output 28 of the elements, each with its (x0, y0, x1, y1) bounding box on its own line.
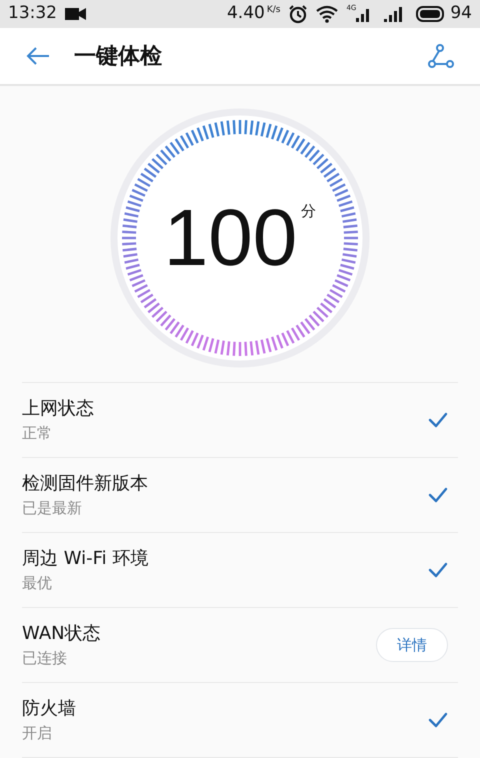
checkmark-icon (428, 412, 448, 428)
item-title: WAN状态 (22, 622, 102, 646)
item-status: 已连接 (22, 648, 68, 669)
item-status: 最优 (22, 573, 53, 594)
score-unit: 分 (301, 201, 316, 222)
page-title: 一键体检 (74, 42, 162, 70)
item-status: 已是最新 (22, 498, 83, 519)
checkmark-icon (428, 562, 448, 578)
item-status: 开启 (22, 723, 53, 744)
details-button[interactable]: 详情 (376, 628, 448, 662)
item-title: 检测固件新版本 (22, 472, 149, 496)
checkmark-icon (428, 712, 448, 728)
topology-button[interactable] (426, 41, 456, 71)
checkmark-icon (428, 487, 448, 503)
score-value: 100 (164, 198, 298, 278)
clock: 13:32 (8, 2, 57, 26)
signal-icon (384, 6, 404, 22)
battery-level: 94 (450, 2, 472, 26)
alarm-clock-icon (288, 4, 308, 24)
item-title: 防火墙 (22, 697, 77, 721)
network-speed: 4.40 (226, 2, 265, 26)
speed-unit: K/s (266, 4, 280, 17)
wifi-icon (316, 5, 338, 23)
item-title: 上网状态 (22, 397, 95, 421)
item-status: 正常 (22, 423, 53, 444)
battery-icon (416, 6, 446, 22)
item-title: 周边 Wi-Fi 环境 (22, 547, 150, 571)
video-camera-icon (65, 7, 87, 21)
